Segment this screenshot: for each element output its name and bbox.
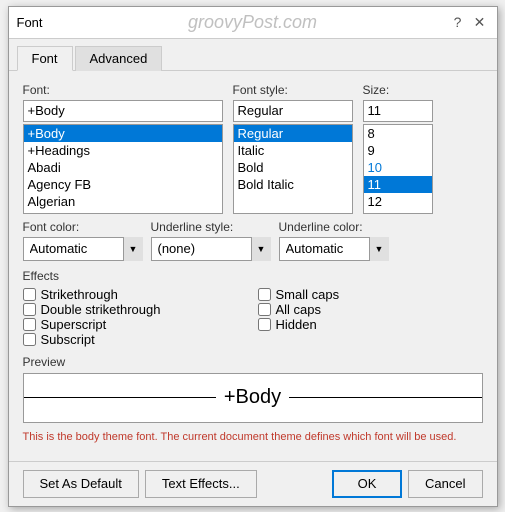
underline-color-label: Underline color: <box>279 220 389 234</box>
small-caps-label: Small caps <box>276 287 340 302</box>
underline-color-select[interactable]: Automatic <box>279 237 389 261</box>
font-label: Font: <box>23 83 223 97</box>
font-input[interactable] <box>23 100 223 122</box>
watermark: groovyPost.com <box>188 12 317 33</box>
effect-subscript[interactable]: Subscript <box>23 332 248 347</box>
dialog-title: Font <box>17 15 43 30</box>
cancel-button[interactable]: Cancel <box>408 470 482 498</box>
font-item-agency[interactable]: Agency FB <box>24 176 222 193</box>
tab-advanced[interactable]: Advanced <box>75 46 163 71</box>
hidden-label: Hidden <box>276 317 317 332</box>
underline-color-dropdown-wrap: Automatic ▼ <box>279 237 389 261</box>
effects-title: Effects <box>23 269 483 283</box>
font-color-group: Font color: Automatic ▼ <box>23 220 143 261</box>
font-item-headings[interactable]: +Headings <box>24 142 222 159</box>
tabs-container: Font Advanced <box>9 39 497 71</box>
all-caps-label: All caps <box>276 302 322 317</box>
effect-hidden[interactable]: Hidden <box>258 317 483 332</box>
all-caps-checkbox[interactable] <box>258 303 271 316</box>
font-item-algerian[interactable]: Algerian <box>24 193 222 210</box>
size-item-9[interactable]: 9 <box>364 142 432 159</box>
size-item-8[interactable]: 8 <box>364 125 432 142</box>
strikethrough-checkbox[interactable] <box>23 288 36 301</box>
size-label: Size: <box>363 83 433 97</box>
style-column: Font style: Regular Italic Bold Bold Ita… <box>233 83 353 214</box>
size-column: Size: 8 9 10 11 12 <box>363 83 433 214</box>
info-text: This is the body theme font. The current… <box>23 431 483 443</box>
style-item-bold-italic[interactable]: Bold Italic <box>234 176 352 193</box>
double-strikethrough-checkbox[interactable] <box>23 303 36 316</box>
preview-label: Preview <box>23 355 483 369</box>
underline-color-group: Underline color: Automatic ▼ <box>279 220 389 261</box>
font-item-body[interactable]: +Body <box>24 125 222 142</box>
help-button[interactable]: ? <box>449 13 467 31</box>
dialog-content: Font: +Body +Headings Abadi Agency FB Al… <box>9 71 497 461</box>
superscript-checkbox[interactable] <box>23 318 36 331</box>
effect-small-caps[interactable]: Small caps <box>258 287 483 302</box>
size-input[interactable] <box>363 100 433 122</box>
font-dialog: Font groovyPost.com ? ✕ Font Advanced Fo… <box>8 6 498 507</box>
preview-line-right <box>289 397 481 398</box>
font-item-abadi[interactable]: Abadi <box>24 159 222 176</box>
style-item-regular[interactable]: Regular <box>234 125 352 142</box>
close-button[interactable]: ✕ <box>471 13 489 31</box>
dialog-footer: Set As Default Text Effects... OK Cancel <box>9 461 497 506</box>
footer-left: Set As Default Text Effects... <box>23 470 257 498</box>
underline-style-dropdown-wrap: (none) ▼ <box>151 237 271 261</box>
size-item-10[interactable]: 10 <box>364 159 432 176</box>
preview-box: +Body <box>23 373 483 423</box>
effects-section: Effects Strikethrough Double strikethrou… <box>23 269 483 347</box>
style-listbox[interactable]: Regular Italic Bold Bold Italic <box>233 124 353 214</box>
style-input[interactable] <box>233 100 353 122</box>
ok-button[interactable]: OK <box>332 470 402 498</box>
size-item-11[interactable]: 11 <box>364 176 432 193</box>
size-item-12[interactable]: 12 <box>364 193 432 210</box>
font-listbox[interactable]: +Body +Headings Abadi Agency FB Algerian <box>23 124 223 214</box>
style-label: Font style: <box>233 83 353 97</box>
effects-grid: Strikethrough Double strikethrough Super… <box>23 287 483 347</box>
font-row: Font: +Body +Headings Abadi Agency FB Al… <box>23 83 483 214</box>
superscript-label: Superscript <box>41 317 107 332</box>
strikethrough-label: Strikethrough <box>41 287 118 302</box>
font-color-dropdown-wrap: Automatic ▼ <box>23 237 143 261</box>
set-default-button[interactable]: Set As Default <box>23 470 139 498</box>
color-underline-row: Font color: Automatic ▼ Underline style:… <box>23 220 483 261</box>
effects-col1: Strikethrough Double strikethrough Super… <box>23 287 248 347</box>
size-listbox[interactable]: 8 9 10 11 12 <box>363 124 433 214</box>
underline-style-select[interactable]: (none) <box>151 237 271 261</box>
style-item-bold[interactable]: Bold <box>234 159 352 176</box>
footer-right: OK Cancel <box>332 470 482 498</box>
double-strikethrough-label: Double strikethrough <box>41 302 161 317</box>
font-color-select[interactable]: Automatic <box>23 237 143 261</box>
subscript-checkbox[interactable] <box>23 333 36 346</box>
effect-superscript[interactable]: Superscript <box>23 317 248 332</box>
effect-all-caps[interactable]: All caps <box>258 302 483 317</box>
text-effects-button[interactable]: Text Effects... <box>145 470 257 498</box>
underline-style-group: Underline style: (none) ▼ <box>151 220 271 261</box>
effects-col2: Small caps All caps Hidden <box>258 287 483 347</box>
underline-style-label: Underline style: <box>151 220 271 234</box>
subscript-label: Subscript <box>41 332 95 347</box>
style-item-italic[interactable]: Italic <box>234 142 352 159</box>
preview-text: +Body <box>216 386 289 409</box>
tab-font[interactable]: Font <box>17 46 73 71</box>
small-caps-checkbox[interactable] <box>258 288 271 301</box>
hidden-checkbox[interactable] <box>258 318 271 331</box>
font-column: Font: +Body +Headings Abadi Agency FB Al… <box>23 83 223 214</box>
effect-strikethrough[interactable]: Strikethrough <box>23 287 248 302</box>
preview-line-left <box>24 397 216 398</box>
title-bar: Font groovyPost.com ? ✕ <box>9 7 497 39</box>
effect-double-strikethrough[interactable]: Double strikethrough <box>23 302 248 317</box>
preview-section: Preview +Body <box>23 355 483 423</box>
font-color-label: Font color: <box>23 220 143 234</box>
preview-lines: +Body <box>24 386 482 409</box>
